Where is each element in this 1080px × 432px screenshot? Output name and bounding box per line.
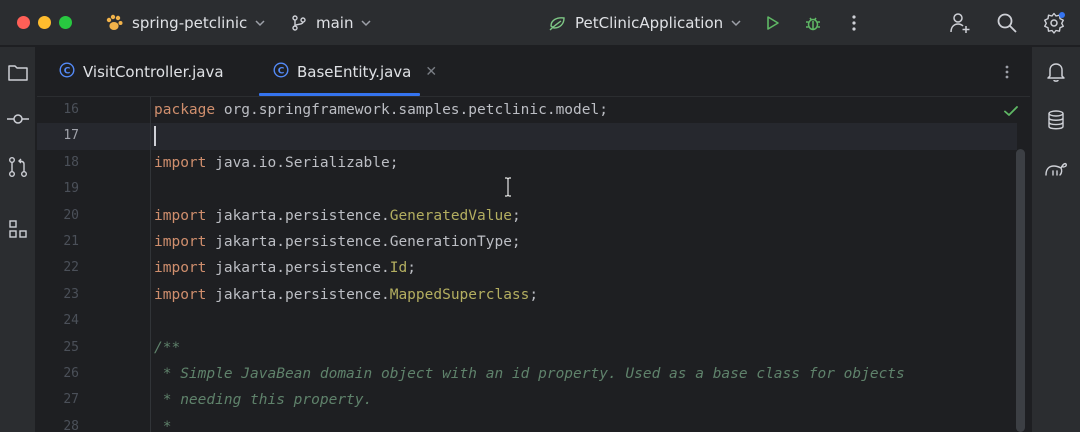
doc-comment-line: * Simple JavaBean domain object with an … [154, 361, 905, 387]
structure-icon[interactable] [5, 216, 31, 242]
line-number-gutter: 16 17 18 19 20 21 22 23 24 25 26 27 28 [37, 97, 150, 432]
code-text: jakarta.persistence. [206, 260, 389, 276]
commit-icon[interactable] [5, 106, 31, 132]
vertical-scrollbar[interactable] [1016, 149, 1025, 432]
minimize-window-button[interactable] [38, 16, 51, 29]
line-number: 16 [37, 97, 79, 123]
add-user-icon[interactable] [947, 10, 973, 36]
chevron-down-icon [730, 17, 742, 29]
code-text: org.springframework.samples.petclinic.mo… [215, 102, 608, 118]
keyword: import [154, 155, 206, 171]
current-line-highlight [37, 123, 1017, 150]
svg-text:C: C [278, 67, 285, 77]
code-text: jakarta.persistence.GenerationType; [206, 234, 520, 250]
right-tool-strip [1031, 47, 1080, 432]
tab-base-entity[interactable]: C BaseEntity.java ✕ [273, 47, 437, 97]
code-text: ; [407, 260, 416, 276]
database-icon[interactable] [1043, 107, 1069, 133]
branch-icon [290, 14, 308, 32]
svg-text:C: C [64, 67, 71, 77]
annotation-name: Id [390, 260, 407, 276]
code-line: import jakarta.persistence.MappedSupercl… [154, 282, 538, 308]
project-paw-icon [104, 13, 124, 33]
branch-name: main [316, 14, 353, 32]
run-configuration-selector[interactable]: PetClinicApplication [548, 0, 742, 46]
code-text: java.io.Serializable; [206, 155, 398, 171]
doc-comment-line: * [154, 414, 171, 432]
settings-icon[interactable] [1041, 10, 1067, 36]
doc-comment-line: /** [154, 335, 180, 361]
line-number: 17 [37, 123, 79, 149]
line-number: 20 [37, 203, 79, 229]
pull-requests-icon[interactable] [5, 154, 31, 180]
keyword: package [154, 102, 215, 118]
mouse-ibeam-cursor-icon [503, 177, 513, 201]
tab-options-icon[interactable] [997, 59, 1017, 85]
tab-label: BaseEntity.java [297, 63, 411, 81]
gradle-icon[interactable] [1043, 155, 1069, 181]
chevron-down-icon [254, 17, 266, 29]
line-number: 23 [37, 282, 79, 308]
tab-label: VisitController.java [83, 63, 224, 81]
debug-icon[interactable] [800, 10, 826, 36]
code-line: package org.springframework.samples.petc… [154, 97, 608, 123]
project-folder-icon[interactable] [5, 60, 31, 86]
keyword: import [154, 260, 206, 276]
code-text: jakarta.persistence. [206, 287, 389, 303]
java-class-icon: C [59, 62, 75, 82]
annotation-name: MappedSuperclass [390, 287, 530, 303]
code-line: import jakarta.persistence.Id; [154, 255, 416, 281]
text-caret [154, 126, 156, 146]
editor-tab-bar: C VisitController.java C BaseEntity.java… [37, 47, 1030, 97]
run-icon[interactable] [759, 10, 785, 36]
keyword: import [154, 287, 206, 303]
line-number: 26 [37, 361, 79, 387]
search-icon[interactable] [994, 10, 1020, 36]
tab-visit-controller[interactable]: C VisitController.java [59, 47, 224, 97]
line-number: 19 [37, 176, 79, 202]
annotation-name: GeneratedValue [390, 208, 512, 224]
project-selector[interactable]: spring-petclinic [104, 0, 266, 46]
branch-selector[interactable]: main [290, 0, 372, 46]
update-badge [1059, 12, 1065, 18]
line-number: 18 [37, 150, 79, 176]
project-name: spring-petclinic [132, 14, 247, 32]
code-text: ; [529, 287, 538, 303]
code-line: import jakarta.persistence.GenerationTyp… [154, 229, 521, 255]
chevron-down-icon [360, 17, 372, 29]
line-number: 24 [37, 308, 79, 334]
left-tool-strip [0, 47, 36, 432]
line-number: 25 [37, 335, 79, 361]
notifications-icon[interactable] [1043, 59, 1069, 85]
code-editor[interactable]: 16 17 18 19 20 21 22 23 24 25 26 27 28 p… [37, 97, 1030, 432]
line-number: 28 [37, 414, 79, 432]
close-icon[interactable]: ✕ [425, 64, 437, 80]
code-line: import jakarta.persistence.GeneratedValu… [154, 203, 521, 229]
line-number: 22 [37, 255, 79, 281]
inspection-ok-icon[interactable] [1003, 103, 1019, 123]
active-tab-indicator [259, 93, 420, 96]
keyword: import [154, 234, 206, 250]
gutter-separator [150, 97, 151, 432]
zoom-window-button[interactable] [59, 16, 72, 29]
code-text: jakarta.persistence. [206, 208, 389, 224]
keyword: import [154, 208, 206, 224]
line-number: 27 [37, 387, 79, 413]
more-icon[interactable] [841, 10, 867, 36]
title-bar: spring-petclinic main PetClinicApplicati… [0, 0, 1080, 46]
spring-boot-icon [548, 14, 568, 32]
code-line: import java.io.Serializable; [154, 150, 398, 176]
run-config-name: PetClinicApplication [575, 14, 723, 32]
java-class-icon: C [273, 62, 289, 82]
code-text: ; [512, 208, 521, 224]
line-number: 21 [37, 229, 79, 255]
close-window-button[interactable] [17, 16, 30, 29]
doc-comment-line: * needing this property. [154, 387, 372, 413]
